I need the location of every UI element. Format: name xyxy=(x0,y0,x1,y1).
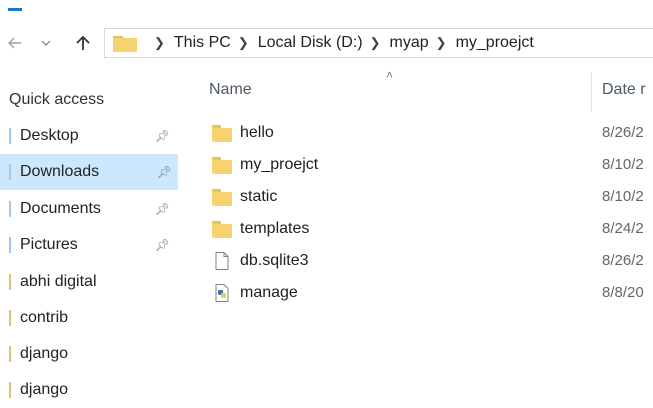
file-date: 8/26/2 xyxy=(602,124,644,141)
left-arrow-icon xyxy=(8,37,21,49)
sort-ascending-icon: ˄ xyxy=(386,68,394,82)
pin-icon: 📌︎ xyxy=(154,202,170,216)
sidebar-item-django-2[interactable]: django xyxy=(9,372,176,408)
sidebar-item-label: Documents xyxy=(20,200,101,217)
folder-icon xyxy=(212,155,232,175)
chevron-right-icon[interactable]: ❯ xyxy=(238,35,249,51)
file-name: static xyxy=(240,188,278,205)
sidebar-item-downloads[interactable]: Downloads 📌︎ xyxy=(0,154,178,190)
address-bar[interactable]: ❯ This PC ❯ Local Disk (D:) ❯ myap ❯ my_… xyxy=(104,28,653,58)
python-file-icon xyxy=(212,283,232,303)
file-name: db.sqlite3 xyxy=(240,252,309,269)
pin-icon: 📌︎ xyxy=(156,165,172,179)
sidebar-item-abhi-digital[interactable]: abhi digital xyxy=(9,264,176,300)
chevron-right-icon[interactable]: ❯ xyxy=(370,35,381,51)
chevron-right-icon[interactable]: ❯ xyxy=(436,35,447,51)
navigation-pane: Quick access Desktop 📌︎ Downloads 📌︎ Doc… xyxy=(0,70,190,405)
file-row-db-sqlite3[interactable]: db.sqlite3 8/26/2 xyxy=(200,245,653,277)
file-date: 8/10/2 xyxy=(602,188,644,205)
sidebar-item-label: Downloads xyxy=(20,163,100,180)
sidebar-item-label: django xyxy=(20,345,69,362)
pictures-icon xyxy=(9,237,11,253)
file-name: my_proejct xyxy=(240,156,319,173)
folder-icon xyxy=(212,187,232,207)
recent-locations-button[interactable] xyxy=(36,32,56,54)
desktop-icon xyxy=(9,128,11,144)
breadcrumb-local-disk[interactable]: Local Disk (D:) xyxy=(258,34,363,52)
sidebar-item-label: Desktop xyxy=(20,127,79,144)
up-button[interactable] xyxy=(70,32,96,54)
sidebar-item-label: abhi digital xyxy=(20,273,97,290)
folder-icon xyxy=(212,219,232,239)
pin-icon: 📌︎ xyxy=(154,129,170,143)
document-icon xyxy=(212,251,232,271)
file-date: 8/24/2 xyxy=(602,220,644,237)
breadcrumb-this-pc[interactable]: This PC xyxy=(174,34,231,52)
folder-icon xyxy=(9,346,11,362)
file-row-hello[interactable]: hello 8/26/2 xyxy=(200,117,653,149)
title-strip xyxy=(0,0,653,24)
file-row-static[interactable]: static 8/10/2 xyxy=(200,181,653,213)
column-divider[interactable] xyxy=(591,72,592,112)
sidebar-item-desktop[interactable]: Desktop 📌︎ xyxy=(9,118,176,154)
folder-icon xyxy=(9,382,11,398)
sidebar-item-django[interactable]: django xyxy=(9,336,176,372)
file-name: hello xyxy=(240,124,274,141)
folder-icon xyxy=(113,34,137,52)
pin-icon: 📌︎ xyxy=(154,238,170,252)
column-header-date[interactable]: Date r xyxy=(602,81,653,103)
file-name: templates xyxy=(240,220,310,237)
file-date: 8/26/2 xyxy=(602,252,644,269)
file-date: 8/8/20 xyxy=(602,284,644,301)
back-button[interactable] xyxy=(4,32,26,54)
folder-icon xyxy=(9,310,11,326)
file-name: manage xyxy=(240,284,298,301)
breadcrumb-myap[interactable]: myap xyxy=(390,34,429,52)
sidebar-item-label: django xyxy=(20,381,69,398)
folder-icon xyxy=(9,274,11,290)
quick-access-heading[interactable]: Quick access xyxy=(9,91,104,109)
chevron-down-icon xyxy=(41,40,51,46)
documents-icon xyxy=(9,201,11,217)
file-row-my-proejct[interactable]: my_proejct 8/10/2 xyxy=(200,149,653,181)
breadcrumb-my-proejct[interactable]: my_proejct xyxy=(456,34,534,52)
file-list: ˄ Name Date r hello 8/26/2 my_proejct 8/… xyxy=(200,64,653,405)
sidebar-item-contrib[interactable]: contrib xyxy=(9,300,176,336)
navigation-bar: ❯ This PC ❯ Local Disk (D:) ❯ myap ❯ my_… xyxy=(0,24,653,64)
sidebar-item-label: contrib xyxy=(20,309,69,326)
column-header-name[interactable]: Name xyxy=(209,81,252,103)
file-row-templates[interactable]: templates 8/24/2 xyxy=(200,213,653,245)
file-row-manage[interactable]: manage 8/8/20 xyxy=(200,277,653,309)
sidebar-item-documents[interactable]: Documents 📌︎ xyxy=(9,191,176,227)
folder-icon xyxy=(212,123,232,143)
sidebar-item-pictures[interactable]: Pictures 📌︎ xyxy=(9,227,176,263)
window-accent xyxy=(8,8,22,11)
file-date: 8/10/2 xyxy=(602,156,644,173)
up-arrow-icon xyxy=(76,35,90,50)
chevron-right-icon[interactable]: ❯ xyxy=(154,35,165,51)
downloads-icon xyxy=(9,164,11,180)
sidebar-item-label: Pictures xyxy=(20,236,78,253)
